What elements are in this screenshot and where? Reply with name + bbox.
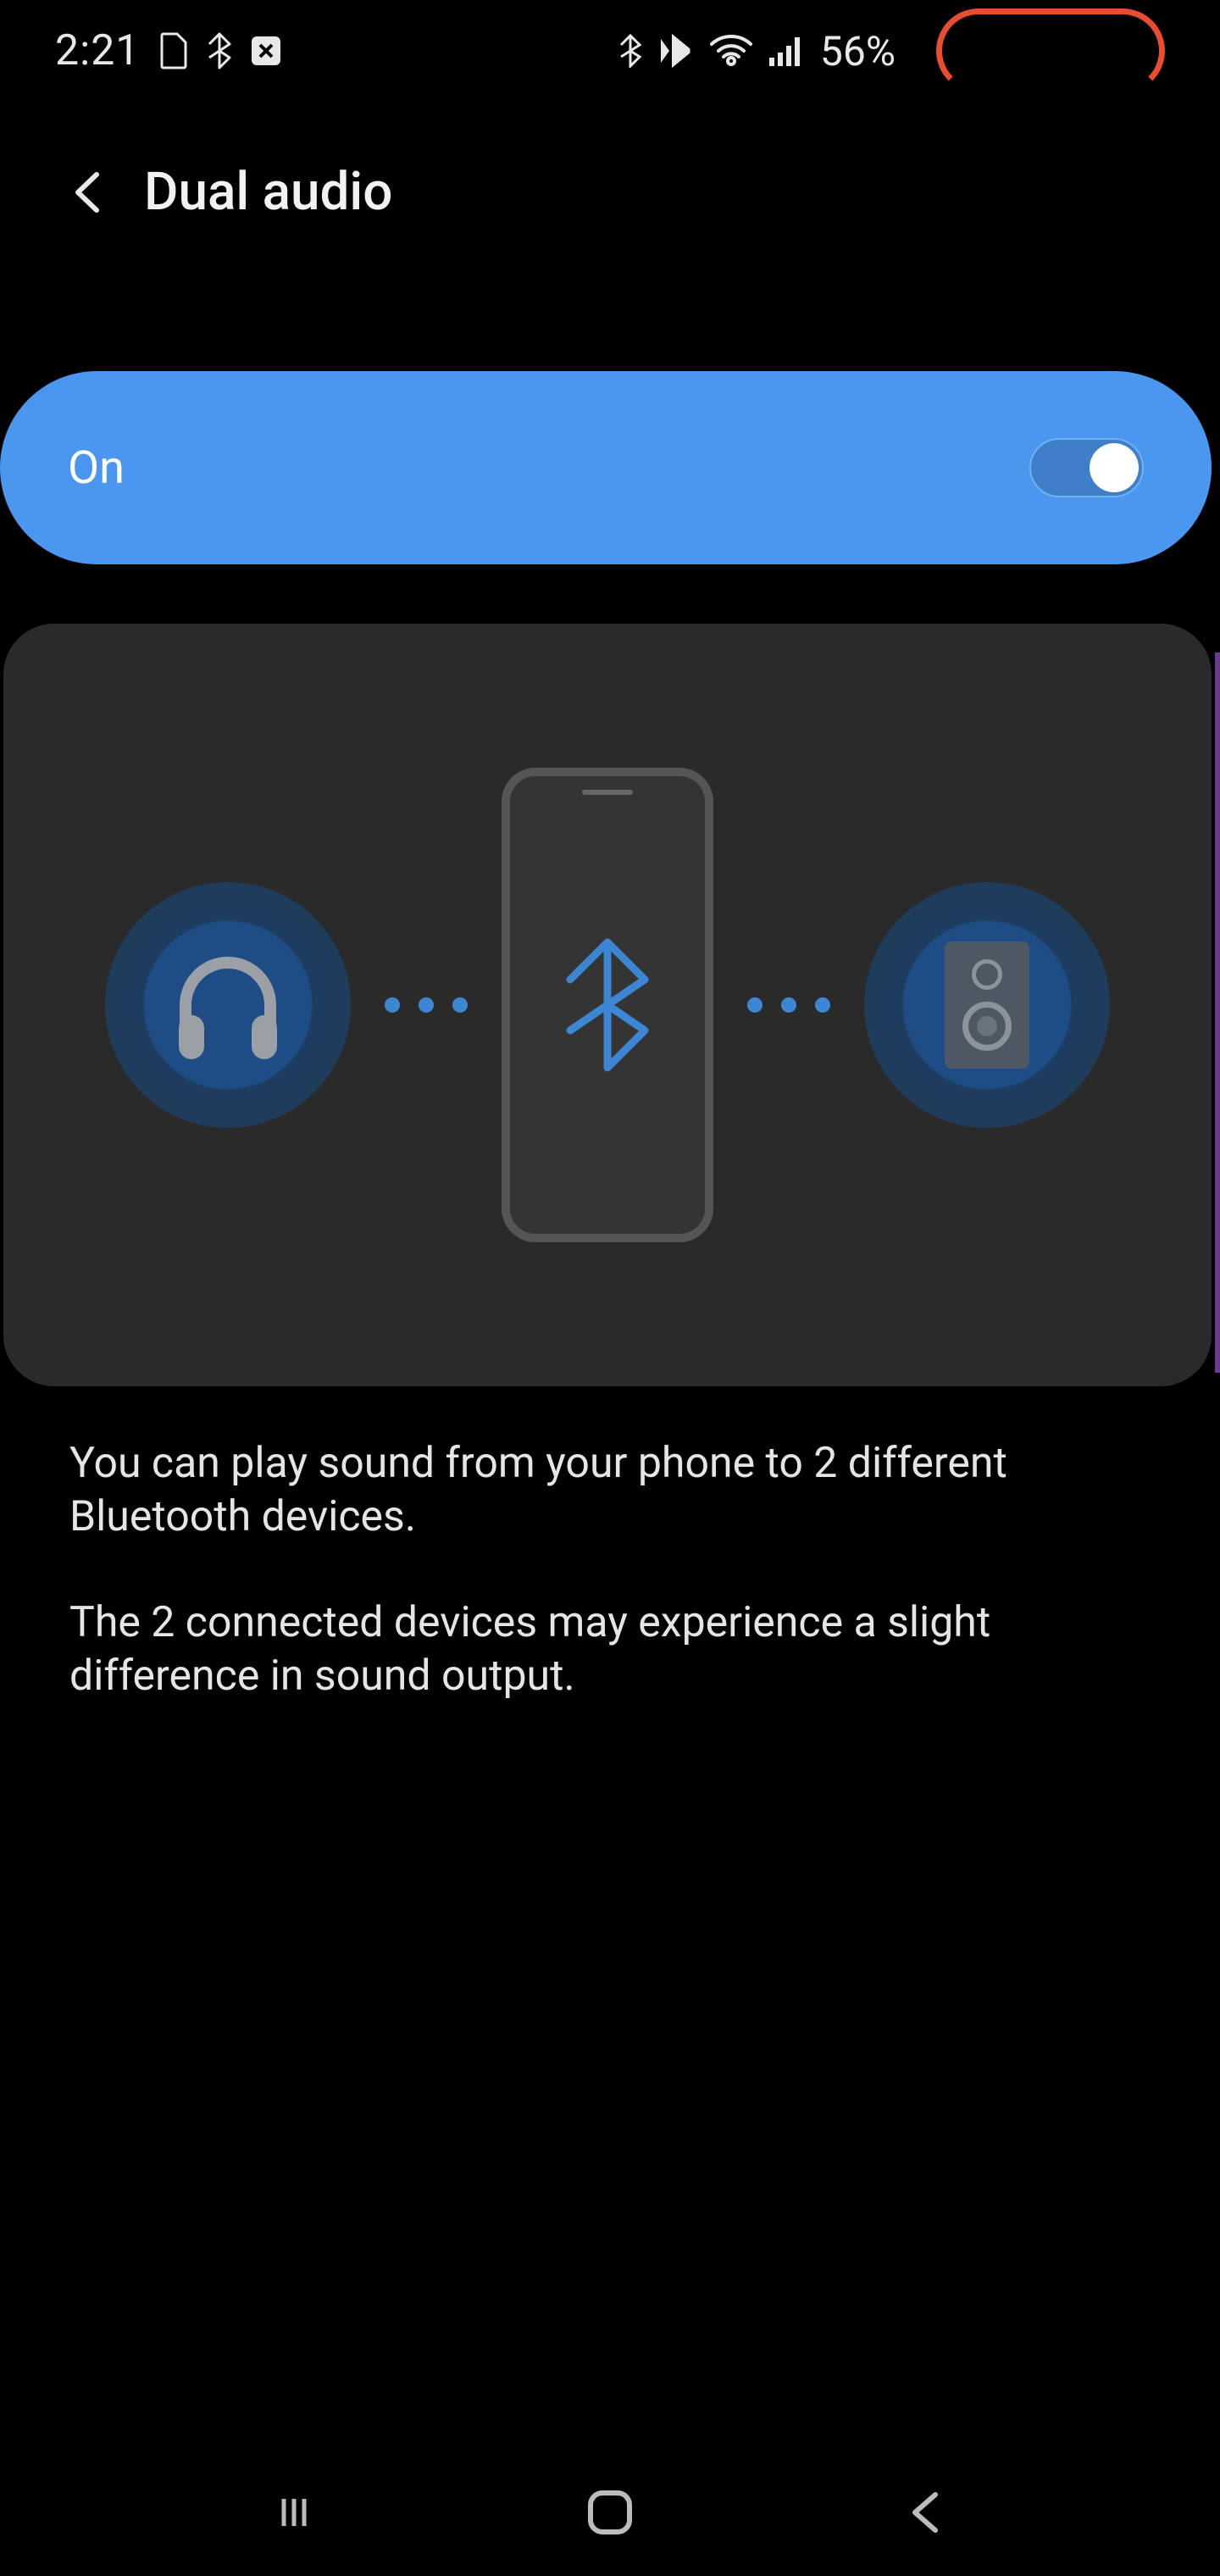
status-bar: 2:21 56%: [0, 0, 1220, 102]
dot-icon: [419, 997, 434, 1013]
bluetooth-icon: [561, 937, 654, 1073]
battery-percent: 56%: [820, 27, 896, 75]
toggle-switch[interactable]: [1029, 438, 1144, 497]
app-bar: Dual audio: [0, 161, 1220, 223]
clock: 2:21: [55, 26, 140, 75]
close-badge-icon: [250, 35, 282, 67]
description-line-2: The 2 connected devices may experience a…: [69, 1596, 1151, 1703]
nav-back-button[interactable]: [884, 2487, 968, 2538]
edge-accent: [1215, 652, 1220, 1373]
signal-icon: [768, 34, 805, 68]
master-toggle-row[interactable]: On: [0, 371, 1212, 564]
dot-icon: [815, 997, 830, 1013]
dot-icon: [452, 997, 468, 1013]
nav-recents-button[interactable]: [252, 2487, 336, 2538]
speaker-tweeter: [972, 959, 1002, 990]
toggle-label: On: [68, 441, 125, 495]
status-right: 56%: [618, 8, 1165, 93]
illustration-panel: [3, 624, 1212, 1386]
bluetooth-connected-icon: [618, 34, 642, 68]
wifi-icon: [710, 34, 752, 68]
dot-icon: [385, 997, 400, 1013]
battery-ring-icon: [936, 8, 1165, 93]
description-line-1: You can play sound from your phone to 2 …: [69, 1437, 1151, 1544]
speaker-woofer: [962, 1002, 1012, 1051]
speaker-box: [945, 941, 1029, 1069]
dot-icon: [747, 997, 762, 1013]
illustration-row: [105, 768, 1110, 1242]
phone-icon: [502, 768, 713, 1242]
status-left: 2:21: [55, 26, 282, 75]
connection-dots-right: [747, 997, 830, 1013]
page-title: Dual audio: [144, 161, 392, 223]
back-button[interactable]: [68, 171, 110, 214]
sim-card-icon: [158, 32, 189, 69]
description: You can play sound from your phone to 2 …: [69, 1437, 1151, 1703]
dot-icon: [781, 997, 796, 1013]
bluetooth-small-icon: [208, 32, 231, 69]
headphones-icon: [105, 882, 351, 1128]
nav-home-button[interactable]: [568, 2487, 652, 2538]
speaker-icon: [864, 882, 1110, 1128]
connection-dots-left: [385, 997, 468, 1013]
toggle-knob: [1090, 443, 1139, 492]
navigation-bar: [0, 2449, 1220, 2576]
vibrate-icon: [657, 34, 695, 68]
